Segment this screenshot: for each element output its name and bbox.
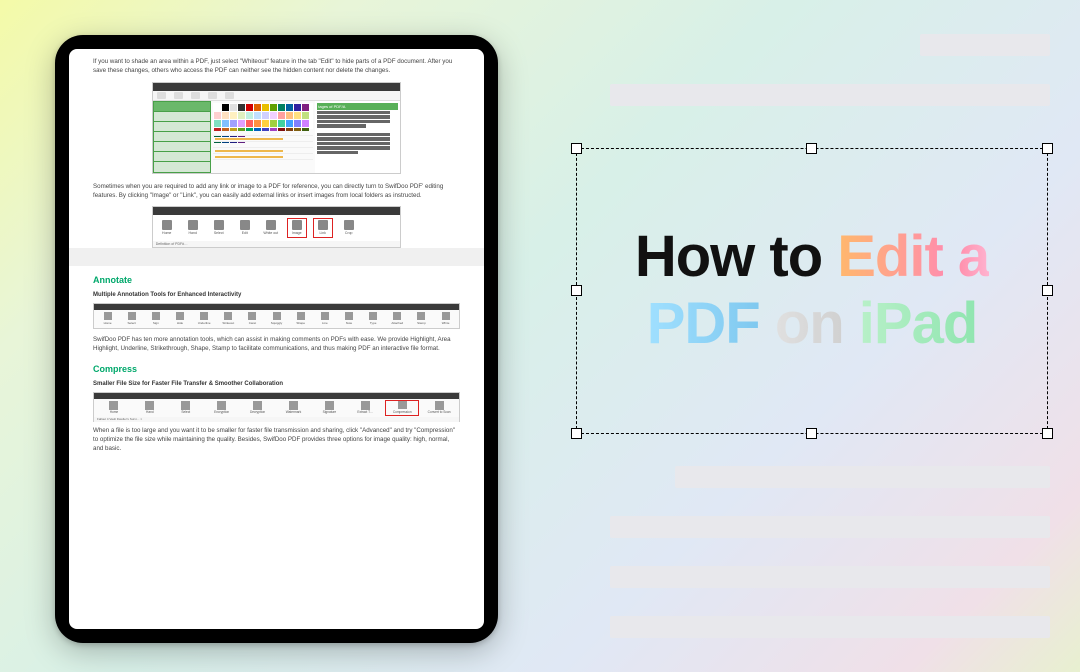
screenshot-right-panel: tages of PDF/А [315,101,400,173]
toolbar-item: Home [98,400,130,416]
toolbar-item: Stamp [411,311,432,326]
resize-handle-mr[interactable] [1042,285,1053,296]
main-title: How to Edit a PDF on iPad [635,224,989,357]
document-page: If you want to shade an area within a PD… [69,49,484,629]
paragraph-annotate: SwifDoo PDF has ten more annotation tool… [93,335,460,354]
resize-handle-bl[interactable] [571,428,582,439]
toolbar-item: Extract T… [349,400,381,416]
toolbar-item: Home [97,311,118,326]
toolbar-item: Note [338,311,359,326]
placeholder-bar [610,616,1050,638]
ipad-screen: If you want to shade an area within a PD… [69,49,484,629]
section-sub-compress: Smaller File Size for Faster File Transf… [93,380,460,389]
section-heading-annotate: Annotate [93,274,460,288]
toolbar-item: Select [209,218,229,238]
paragraph-link-image: Sometimes when you are required to add a… [93,182,460,201]
title-word-gradient: iPad [859,291,978,356]
placeholder-bar [610,516,1050,538]
screenshot-left-panel [153,101,211,173]
toolbar-item: Link [313,218,333,238]
screenshot-right-heading: tages of PDF/А [317,103,398,110]
placeholder-bar [920,34,1050,56]
toolbar-item: Strikeout [218,311,239,326]
title-word: How [635,224,754,289]
resize-handle-tl[interactable] [571,143,582,154]
screenshot-compress-toolbar: HomeHandSelectEncryptionDecryptionWaterm… [93,392,460,422]
resize-handle-bm[interactable] [806,428,817,439]
ipad-device-frame: If you want to shade an area within a PD… [55,35,498,643]
resize-handle-tr[interactable] [1042,143,1053,154]
toolbar-item: Caret [242,311,263,326]
resize-handle-ml[interactable] [571,285,582,296]
toolbar-item: Signature [313,400,345,416]
screenshot-compress-tab: Fallout 4 Vault Dweller's Survi… × [94,417,459,422]
toolbar-item: Hand [183,218,203,238]
toolbar-item: Line [314,311,335,326]
resize-handle-br[interactable] [1042,428,1053,439]
toolbar-item: White out [261,218,281,238]
title-word-gradient: a [958,224,989,289]
screenshot-tab-label: Definition of PDF#… [153,241,401,247]
toolbar-item: Crop [339,218,359,238]
toolbar-item: Sign [145,311,166,326]
toolbar-item: Squiggly [266,311,287,326]
section-heading-compress: Compress [93,363,460,377]
resize-handle-tm[interactable] [806,143,817,154]
paragraph-compress: When a file is too large and you want it… [93,426,460,454]
toolbar-item: White [435,311,456,326]
section-sub-annotate: Multiple Annotation Tools for Enhanced I… [93,291,460,300]
placeholder-bar [610,84,1050,106]
toolbar-item: Select [170,400,202,416]
placeholder-bar [675,466,1050,488]
title-word-gradient: on [775,291,844,356]
toolbar-item: Shape [290,311,311,326]
toolbar-item: Home [157,218,177,238]
screenshot-color-palette [213,103,314,129]
toolbar-item: Hide [169,311,190,326]
toolbar-item: Convert to Scan [423,400,455,416]
toolbar-item: Type [363,311,384,326]
toolbar-item: Decryption [242,400,274,416]
toolbar-item: Compression [385,400,419,416]
toolbar-item: Encryption [206,400,238,416]
title-word-gradient: Edit [837,224,943,289]
toolbar-item: Hand [134,400,166,416]
title-word: to [769,224,822,289]
toolbar-item: Edit [235,218,255,238]
screenshot-whiteout-editor: tages of PDF/А [152,82,402,174]
placeholder-bar [610,566,1050,588]
toolbar-item: Attached [387,311,408,326]
title-word-gradient: PDF [647,291,760,356]
paragraph-whiteout: If you want to shade an area within a PD… [93,57,460,76]
screenshot-annotate-toolbar: HomeSelectSignHide UnderlineStrikeoutCare… [93,303,460,329]
screenshot-edit-toolbar: Home Hand Select Edit White out Image Link Crop… [152,206,402,248]
toolbar-item: Underline [194,311,215,326]
toolbar-item: Watermark [278,400,310,416]
title-selection-frame[interactable]: How to Edit a PDF on iPad [576,148,1048,434]
toolbar-item: Image [287,218,307,238]
toolbar-item: Select [121,311,142,326]
